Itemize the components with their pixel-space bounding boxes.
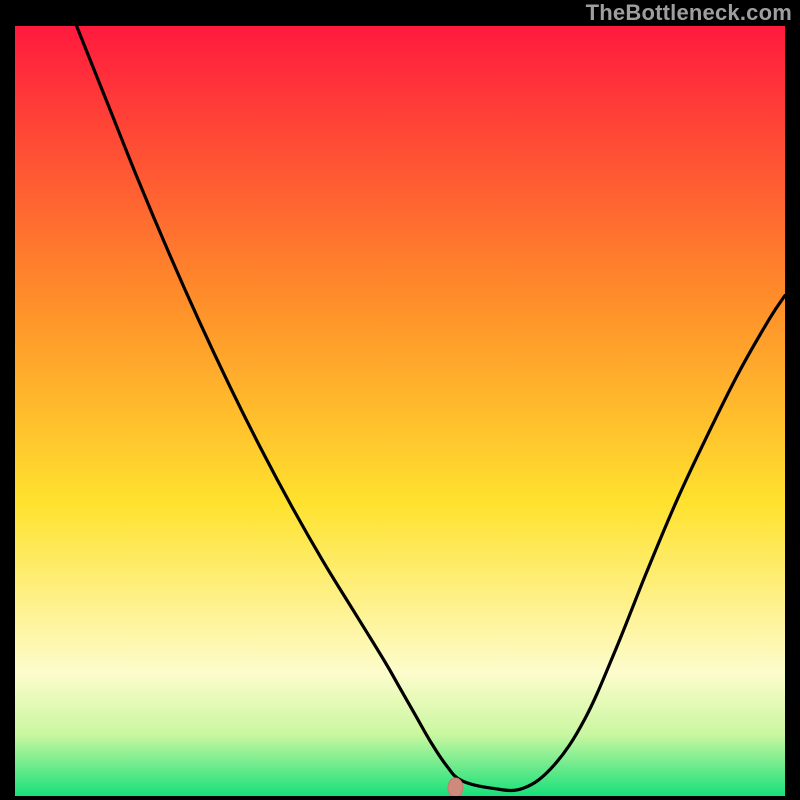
gradient-background: [15, 26, 785, 796]
chart-stage: TheBottleneck.com: [0, 0, 800, 800]
watermark-text: TheBottleneck.com: [586, 0, 792, 26]
bottleneck-chart: [15, 26, 785, 796]
optimum-marker: [448, 778, 463, 796]
